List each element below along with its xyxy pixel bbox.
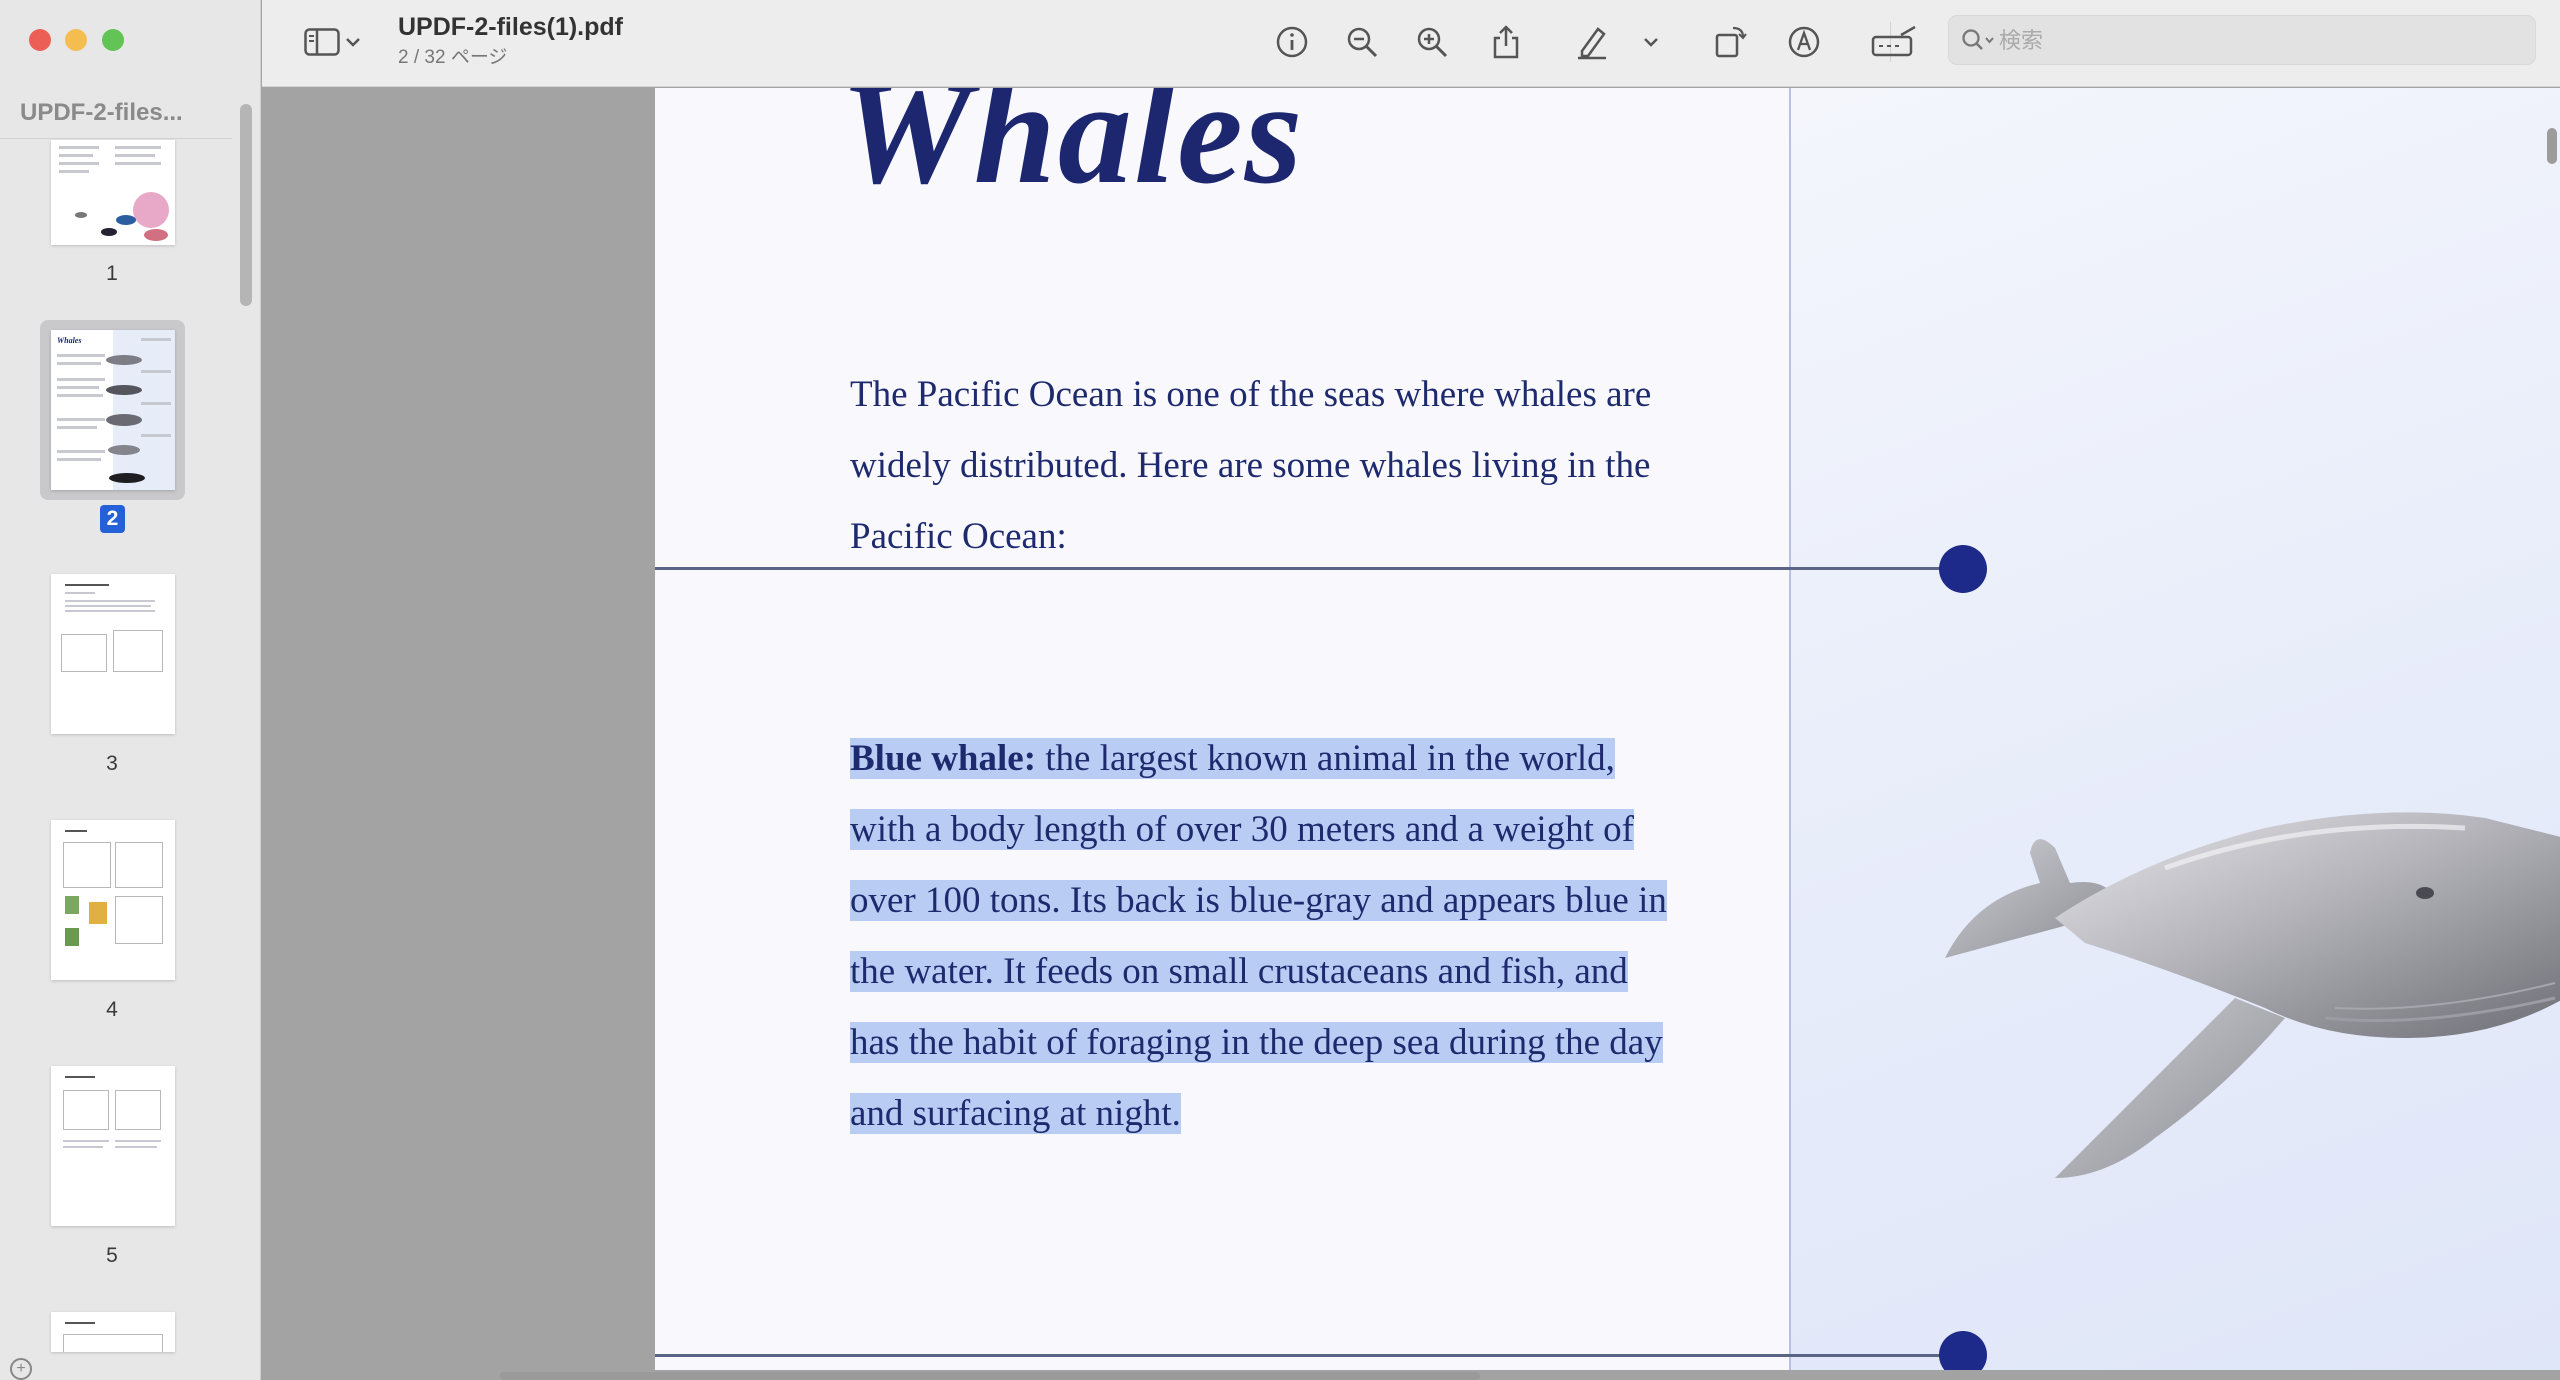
document-title: UPDF-2-files(1).pdf	[398, 13, 623, 41]
close-window-button[interactable]	[29, 29, 51, 51]
page-thumbnail-4[interactable]	[51, 820, 175, 980]
markup-icon[interactable]	[1782, 20, 1826, 64]
page-thumbnail-label-1: 1	[106, 262, 118, 285]
zoom-in-icon[interactable]	[1410, 20, 1454, 64]
share-icon[interactable]	[1484, 20, 1528, 64]
blue-whale-image	[1905, 708, 2560, 1248]
sidebar-title: UPDF-2-files...	[20, 99, 183, 126]
page-counter: 2 / 32 ページ	[398, 47, 508, 68]
page-thumbnail-3[interactable]	[51, 574, 175, 734]
zoom-out-icon[interactable]	[1340, 20, 1384, 64]
thumbnail-sidebar: UPDF-2-files... 1 Whales 2 3 4 5 +	[0, 0, 261, 1380]
fullscreen-window-button[interactable]	[102, 29, 124, 51]
timeline-line	[655, 567, 1955, 570]
document-horizontal-scrollbar-thumb[interactable]	[500, 1372, 1480, 1380]
highlighter-icon[interactable]	[1570, 20, 1614, 64]
info-icon[interactable]	[1270, 20, 1314, 64]
intro-paragraph[interactable]: The Pacific Ocean is one of the seas whe…	[850, 359, 1670, 572]
timeline-line-lower	[655, 1354, 1955, 1357]
page-thumbnail-label-3: 3	[106, 752, 118, 775]
rotate-icon[interactable]	[1708, 20, 1752, 64]
minimize-window-button[interactable]	[65, 29, 87, 51]
add-page-icon[interactable]: +	[10, 1358, 32, 1380]
sidebar-scrollbar-thumb[interactable]	[240, 104, 252, 306]
blue-whale-text: the largest known animal in the world, w…	[850, 738, 1667, 1134]
page-thumbnail-label-4: 4	[106, 998, 118, 1021]
page-thumbnail-label-2: 2	[100, 505, 125, 533]
page-column-divider	[1789, 88, 1791, 1370]
signature-icon[interactable]	[1868, 20, 1920, 64]
page-thumbnail-label-5: 5	[106, 1244, 118, 1267]
document-vertical-scrollbar-thumb[interactable]	[2547, 128, 2557, 164]
page-thumbnail-1[interactable]	[51, 140, 175, 245]
page-thumbnail-5[interactable]	[51, 1066, 175, 1226]
toolbar: UPDF-2-files(1).pdf 2 / 32 ページ	[262, 0, 2560, 87]
sidebar-divider	[0, 138, 232, 139]
blue-whale-paragraph[interactable]: Blue whale: the largest known animal in …	[850, 723, 1670, 1149]
highlighter-options-chevron-icon[interactable]	[1636, 20, 1666, 64]
page-thumbnail-6[interactable]	[51, 1312, 175, 1352]
timeline-dot	[1939, 545, 1987, 593]
search-icon	[1961, 28, 1995, 59]
search-box[interactable]	[1948, 15, 2536, 65]
blue-whale-label: Blue whale:	[850, 738, 1037, 779]
page-thumbnail-2[interactable]: Whales	[51, 330, 175, 490]
pdf-page: Whales The Pacific Ocean is one of the s…	[655, 88, 2560, 1370]
document-vertical-scrollbar[interactable]	[2545, 88, 2560, 1370]
search-input[interactable]	[1999, 26, 2519, 56]
page-title: Whales	[840, 88, 1305, 215]
chevron-down-icon[interactable]	[338, 20, 368, 64]
